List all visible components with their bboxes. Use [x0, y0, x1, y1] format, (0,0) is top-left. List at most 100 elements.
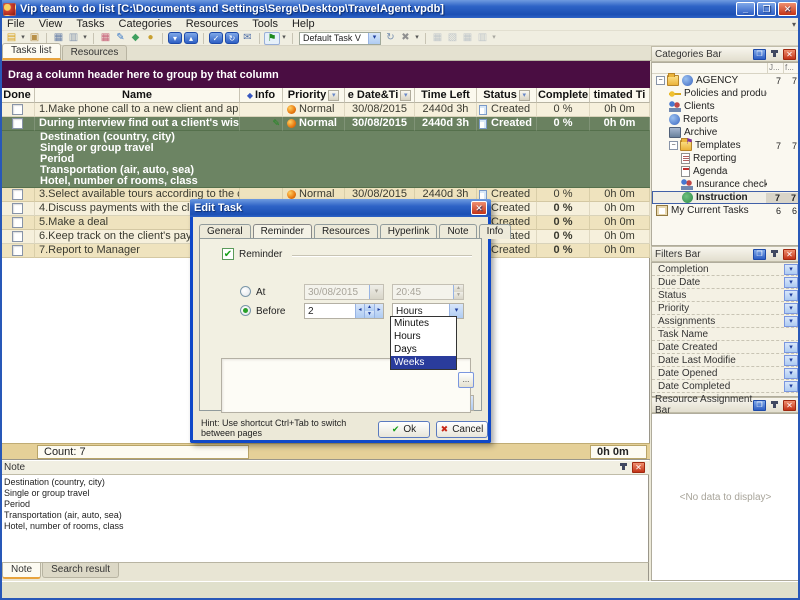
menu-resources[interactable]: Resources — [179, 18, 246, 30]
chevron-down-icon[interactable]: ▾ — [784, 316, 798, 327]
pin-icon[interactable] — [768, 249, 781, 260]
tab-hyperlink[interactable]: Hyperlink — [380, 224, 438, 239]
pin-icon[interactable] — [768, 49, 781, 60]
chevron-down-icon[interactable]: ▾ — [784, 264, 798, 275]
move-up-icon[interactable]: ▴ — [184, 32, 198, 44]
spin-down-icon[interactable]: ▼ — [454, 292, 463, 299]
col-estimated[interactable]: timated Ti — [590, 88, 650, 103]
restore-panel-icon[interactable]: ❐ — [753, 400, 766, 411]
tree-item-reports[interactable]: Reports — [652, 113, 799, 126]
ok-button[interactable]: ✔Ok — [378, 421, 430, 438]
share-icon[interactable]: ▦ — [460, 32, 475, 45]
spin-down-icon[interactable]: ▼ — [365, 311, 374, 318]
close-icon[interactable]: ✕ — [783, 49, 796, 60]
done-checkbox[interactable] — [12, 231, 23, 242]
move-down-icon[interactable]: ▾ — [168, 32, 182, 44]
unassign-resource-icon[interactable]: ▧ — [445, 32, 460, 45]
restore-panel-icon[interactable]: ❐ — [753, 49, 766, 60]
close-icon[interactable]: ✕ — [783, 249, 796, 260]
add-task-icon[interactable]: ▦ — [98, 32, 113, 45]
close-icon[interactable]: ✕ — [471, 201, 487, 215]
done-checkbox[interactable] — [12, 217, 23, 228]
tab-resources[interactable]: Resources — [314, 224, 378, 239]
chevron-down-icon[interactable]: ▾ — [784, 381, 798, 392]
tree-item-instruction-selected[interactable]: Instruction 77 — [652, 191, 799, 204]
toolbar-overflow-icon[interactable]: ▾ — [81, 32, 89, 45]
col-done[interactable]: Done — [0, 88, 35, 103]
menu-overflow-icon[interactable]: ▾ — [792, 20, 800, 29]
assign-icon[interactable]: ◆ — [128, 32, 143, 45]
priority-filter-icon[interactable]: ▾ — [328, 90, 339, 101]
browse-sound-button[interactable]: ... — [458, 372, 474, 388]
done-checkbox[interactable] — [12, 104, 23, 115]
at-radio[interactable] — [240, 286, 251, 297]
tree-item-reporting[interactable]: Reporting — [652, 152, 799, 165]
option-weeks-highlighted[interactable]: Weeks — [391, 356, 456, 369]
chevron-down-icon[interactable]: ▾ — [784, 277, 798, 288]
delete-view-icon[interactable]: ✖ — [398, 32, 413, 45]
flag-icon[interactable]: ⚑ — [264, 32, 280, 45]
refresh-view-icon[interactable]: ↻ — [383, 32, 398, 45]
filter-priority[interactable]: Priority▾ — [652, 302, 799, 315]
col-info[interactable]: ◆Info — [240, 88, 283, 103]
done-checkbox[interactable] — [12, 245, 23, 256]
tree-item-policies[interactable]: Policies and products — [652, 87, 799, 100]
at-date-field[interactable]: 30/08/2015 ▾ — [304, 284, 384, 300]
col-complete[interactable]: Complete — [537, 88, 590, 103]
send-icon[interactable]: ▥ — [475, 32, 490, 45]
tree-item-agency[interactable]: − AGENCY 77 — [652, 74, 799, 87]
tab-note[interactable]: Note — [439, 224, 476, 239]
col-priority[interactable]: Priority▾ — [283, 88, 345, 103]
tree-item-insurance-checklist[interactable]: Insurance checklist — [652, 178, 799, 191]
chevron-down-icon[interactable]: ▾ — [784, 290, 798, 301]
task-row[interactable]: 1.Make phone call to a new client and ap… — [0, 103, 650, 117]
menu-tools[interactable]: Tools — [245, 18, 285, 30]
menu-help[interactable]: Help — [285, 18, 322, 30]
menu-view[interactable]: View — [32, 18, 70, 30]
close-button[interactable]: ✕ — [778, 2, 797, 16]
reopen-task-icon[interactable]: ↻ — [225, 32, 239, 44]
minimize-button[interactable]: _ — [736, 2, 755, 16]
filter-date-completed[interactable]: Date Completed▾ — [652, 380, 799, 393]
done-checkbox[interactable] — [12, 189, 23, 200]
menu-tasks[interactable]: Tasks — [69, 18, 111, 30]
spin-up-icon[interactable]: ▲ — [365, 304, 374, 311]
done-checkbox[interactable] — [12, 203, 23, 214]
tree-item-clients[interactable]: Clients — [652, 100, 799, 113]
spin-left-icon[interactable]: ◂ — [355, 304, 364, 318]
col-due-date[interactable]: e Date&Ti▾ — [345, 88, 415, 103]
close-icon[interactable]: ✕ — [632, 462, 645, 473]
filter-date-created[interactable]: Date Created▾ — [652, 341, 799, 354]
flag-overflow-icon[interactable]: ▾ — [280, 32, 288, 45]
option-hours[interactable]: Hours — [391, 330, 456, 343]
collapse-icon[interactable]: − — [669, 141, 678, 150]
assign-resource-icon[interactable]: ▦ — [430, 32, 445, 45]
tab-general[interactable]: General — [199, 224, 251, 239]
filter-status[interactable]: Status▾ — [652, 289, 799, 302]
edit-task-icon[interactable]: ✎ — [113, 32, 128, 45]
menu-categories[interactable]: Categories — [112, 18, 179, 30]
filter-due-date[interactable]: Due Date▾ — [652, 276, 799, 289]
option-minutes[interactable]: Minutes — [391, 317, 456, 330]
chevron-down-icon[interactable]: ▾ — [369, 285, 383, 299]
col-time-left[interactable]: Time Left — [415, 88, 477, 103]
tree-item-agenda[interactable]: Agenda — [652, 165, 799, 178]
close-icon[interactable]: ✕ — [783, 400, 796, 411]
cancel-button[interactable]: ✖Cancel — [436, 421, 488, 438]
spin-up-icon[interactable]: ▲ — [454, 285, 463, 292]
task-view-combo[interactable]: Default Task V ▾ — [299, 32, 381, 45]
email-icon[interactable]: ✉ — [240, 32, 255, 45]
option-days[interactable]: Days — [391, 343, 456, 356]
note-content[interactable]: Destination (country, city) Single or gr… — [0, 475, 649, 563]
menu-file[interactable]: File — [0, 18, 32, 30]
collapse-icon[interactable]: − — [656, 76, 665, 85]
view-overflow-icon[interactable]: ▾ — [413, 32, 421, 45]
chevron-down-icon[interactable]: ▾ — [784, 368, 798, 379]
done-checkbox[interactable] — [12, 118, 23, 129]
task-row-selected[interactable]: During interview find out a client's wis… — [0, 117, 650, 131]
at-time-field[interactable]: 20:45 ▲▼ — [392, 284, 464, 300]
restore-button[interactable]: ❐ — [757, 2, 776, 16]
tree-item-my-current-tasks[interactable]: My Current Tasks 66 — [652, 204, 799, 217]
tab-note[interactable]: Note — [2, 563, 41, 579]
chevron-down-icon[interactable]: ▾ — [784, 303, 798, 314]
